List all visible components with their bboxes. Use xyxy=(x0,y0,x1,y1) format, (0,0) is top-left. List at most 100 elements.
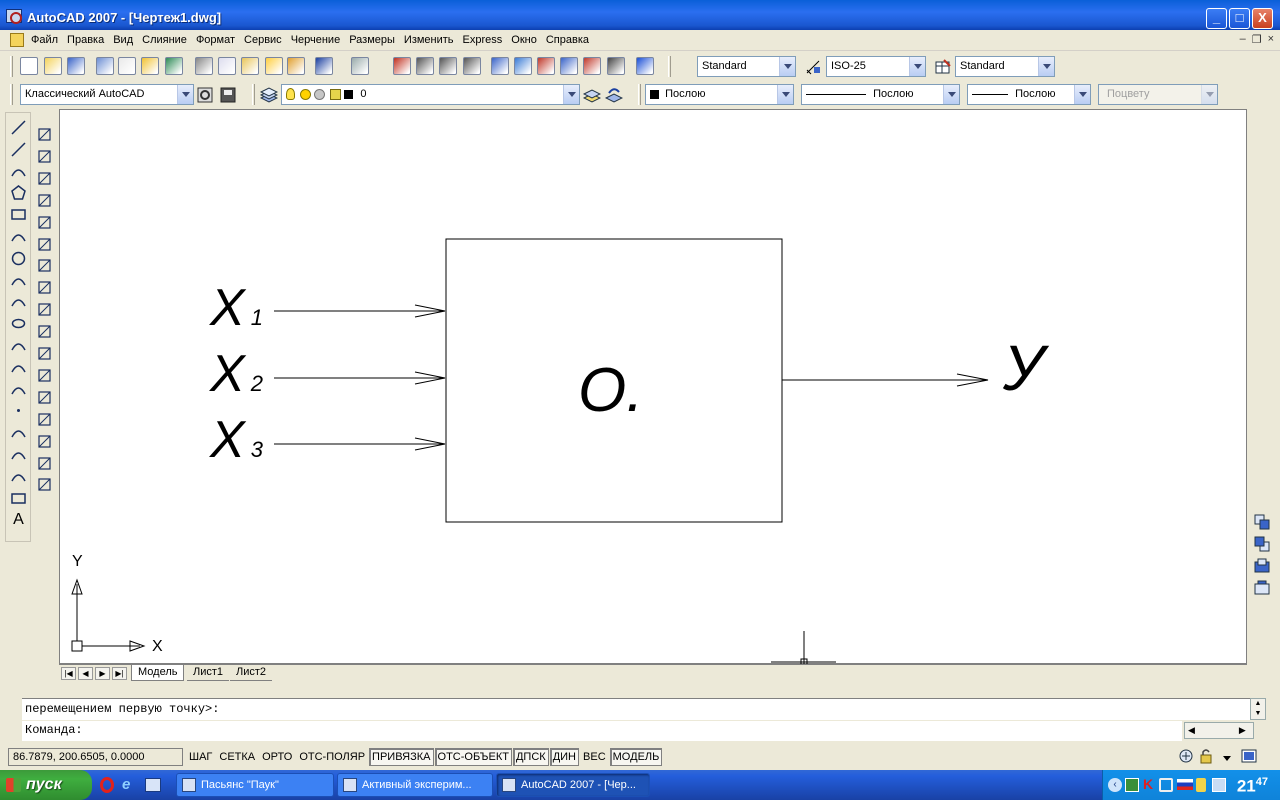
draworder-above-icon[interactable] xyxy=(1253,557,1271,575)
toolbar-grip[interactable] xyxy=(252,84,255,105)
table-icon[interactable] xyxy=(10,490,27,507)
copy-object-icon[interactable] xyxy=(36,148,53,165)
command-line[interactable]: Команда: xyxy=(22,721,1182,741)
status-toggle-8[interactable]: ВЕС xyxy=(580,748,609,766)
draworder-front-icon[interactable] xyxy=(1253,513,1271,531)
tab-layout1[interactable]: Лист1 xyxy=(187,665,230,681)
text-style-select[interactable]: Standard xyxy=(697,56,796,77)
plot-preview-icon[interactable] xyxy=(118,57,136,75)
polyline-icon[interactable] xyxy=(10,163,27,180)
tray-usb-icon[interactable] xyxy=(1196,778,1206,792)
drawing-canvas[interactable]: X1 X2 X3 О. У Y X xyxy=(59,109,1247,665)
menu-item-3[interactable]: Слияние xyxy=(142,34,187,46)
color-select[interactable]: Послою xyxy=(645,84,794,105)
explode-icon[interactable] xyxy=(36,476,53,493)
show-desktop-icon[interactable] xyxy=(145,778,161,792)
menu-item-8[interactable]: Изменить xyxy=(404,34,454,46)
table-style-icon[interactable] xyxy=(934,58,952,76)
menu-item-0[interactable]: Файл xyxy=(31,34,58,46)
output-arrow[interactable] xyxy=(782,373,989,387)
layer-on-bulb-icon[interactable] xyxy=(286,88,295,101)
coordinate-readout[interactable]: 86.7879, 200.6505, 0.0000 xyxy=(8,748,183,766)
lineweight-select[interactable]: Послою xyxy=(967,84,1091,105)
dim-style-icon[interactable] xyxy=(805,58,823,76)
internet-explorer-icon[interactable]: e xyxy=(122,777,138,793)
fillet-icon[interactable] xyxy=(36,455,53,472)
tray-language-flag-icon[interactable] xyxy=(1177,779,1193,790)
mirror-icon[interactable] xyxy=(36,170,53,187)
document-icon[interactable] xyxy=(10,33,24,47)
markup-icon[interactable] xyxy=(583,57,601,75)
tray-kaspersky-icon[interactable]: K xyxy=(1143,776,1157,792)
input-arrow-2[interactable] xyxy=(274,371,446,385)
chamfer-icon[interactable] xyxy=(36,433,53,450)
tray-volume-icon[interactable] xyxy=(1159,778,1173,792)
dim-style-select[interactable]: ISO-25 xyxy=(826,56,926,77)
scale-icon[interactable] xyxy=(36,279,53,296)
point-icon[interactable] xyxy=(10,402,27,419)
plot-icon[interactable] xyxy=(96,57,114,75)
publish-icon[interactable] xyxy=(141,57,159,75)
break-at-point-icon[interactable] xyxy=(36,367,53,384)
toolbar-grip[interactable] xyxy=(668,56,671,77)
menu-item-4[interactable]: Формат xyxy=(196,34,235,46)
tab-prev-button[interactable]: ◀ xyxy=(78,667,93,680)
command-scroll-horizontal[interactable]: ◀ ▶ xyxy=(1184,722,1254,739)
doc-restore-button[interactable]: ❐ xyxy=(1252,33,1262,46)
make-layer-current-icon[interactable] xyxy=(583,86,601,104)
layer-lock-icon[interactable] xyxy=(330,88,342,100)
array-icon[interactable] xyxy=(36,214,53,231)
construction-line-icon[interactable] xyxy=(10,141,27,158)
gradient-icon[interactable] xyxy=(10,446,27,463)
draworder-below-icon[interactable] xyxy=(1253,579,1271,597)
opera-icon[interactable] xyxy=(100,777,114,793)
tool-palettes-icon[interactable] xyxy=(537,57,555,75)
cut-icon[interactable] xyxy=(195,57,213,75)
tab-layout2[interactable]: Лист2 xyxy=(230,665,273,681)
ellipse-icon[interactable] xyxy=(10,315,27,332)
undo-icon[interactable] xyxy=(315,57,333,75)
tab-model[interactable]: Модель xyxy=(131,665,185,681)
make-block-icon[interactable] xyxy=(10,381,27,398)
draworder-back-icon[interactable] xyxy=(1253,535,1271,553)
revision-cloud-icon[interactable] xyxy=(10,272,27,289)
break-icon[interactable] xyxy=(36,389,53,406)
menu-item-5[interactable]: Сервис xyxy=(244,34,282,46)
offset-icon[interactable] xyxy=(36,192,53,209)
new-icon[interactable] xyxy=(20,57,38,75)
status-toggle-7[interactable]: ДИН xyxy=(549,748,580,766)
redo-dropdown-icon[interactable] xyxy=(373,57,381,75)
status-toggle-4[interactable]: ПРИВЯЗКА xyxy=(369,748,434,766)
toolbar-grip[interactable] xyxy=(10,56,13,77)
zoom-previous-icon[interactable] xyxy=(463,57,481,75)
menu-item-6[interactable]: Черчение xyxy=(291,34,341,46)
status-toggle-1[interactable]: СЕТКА xyxy=(216,748,258,766)
tab-first-button[interactable]: |◀ xyxy=(61,667,76,680)
redo-icon[interactable] xyxy=(351,57,369,75)
extend-icon[interactable] xyxy=(36,345,53,362)
autocad-app-icon[interactable] xyxy=(6,9,22,24)
zoom-window-icon[interactable] xyxy=(439,57,457,75)
menu-item-11[interactable]: Справка xyxy=(546,34,589,46)
tray-app-icon[interactable] xyxy=(1212,778,1226,792)
circle-icon[interactable] xyxy=(10,250,27,267)
status-toggle-0[interactable]: ШАГ xyxy=(186,748,215,766)
publish-web-icon[interactable] xyxy=(165,57,183,75)
table-style-select[interactable]: Standard xyxy=(955,56,1055,77)
multiline-text-icon[interactable]: A xyxy=(10,511,27,528)
start-button[interactable]: пуск xyxy=(0,770,92,800)
menu-item-7[interactable]: Размеры xyxy=(349,34,395,46)
status-toggle-6[interactable]: ДПСК xyxy=(512,748,549,766)
menu-item-1[interactable]: Правка xyxy=(67,34,104,46)
communication-center-icon[interactable] xyxy=(1178,748,1194,764)
status-toggle-9[interactable]: МОДЕЛЬ xyxy=(609,748,663,766)
region-icon[interactable] xyxy=(10,468,27,485)
input-arrow-1[interactable] xyxy=(274,304,446,318)
menu-item-2[interactable]: Вид xyxy=(113,34,133,46)
pan-icon[interactable] xyxy=(393,57,411,75)
erase-icon[interactable] xyxy=(36,126,53,143)
status-toggle-3[interactable]: ОТС-ПОЛЯР xyxy=(296,748,368,766)
zoom-realtime-icon[interactable] xyxy=(416,57,434,75)
insert-block-icon[interactable] xyxy=(10,359,27,376)
arc-icon[interactable] xyxy=(10,228,27,245)
